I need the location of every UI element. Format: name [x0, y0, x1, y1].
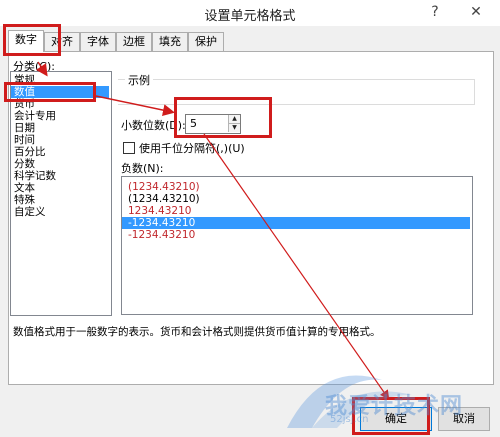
category-item-general[interactable]: 常规	[11, 74, 109, 86]
category-item-number[interactable]: 数值	[11, 86, 109, 98]
tab-protection[interactable]: 保护	[188, 32, 224, 51]
tab-fill[interactable]: 填充	[152, 32, 188, 51]
decimal-places-spinner[interactable]: 5 ▲ ▼	[185, 114, 241, 134]
category-item-currency[interactable]: 货币	[11, 98, 109, 110]
negative-format-option[interactable]: (1234.43210)	[122, 193, 470, 205]
title-bar: 设置单元格格式 ? ✕	[0, 0, 500, 26]
close-button[interactable]: ✕	[456, 2, 496, 22]
category-item-special[interactable]: 特殊	[11, 194, 109, 206]
spin-up-icon[interactable]: ▲	[228, 115, 240, 124]
format-cells-dialog: 设置单元格格式 ? ✕ 数字 对齐 字体 边框 填充 保护 分类(C): 常规 …	[0, 0, 500, 437]
negative-format-option[interactable]: 1234.43210	[122, 205, 470, 217]
thousands-separator-checkbox[interactable]	[123, 142, 135, 154]
tab-border[interactable]: 边框	[116, 32, 152, 51]
category-item-text[interactable]: 文本	[11, 182, 109, 194]
tab-number[interactable]: 数字	[8, 30, 44, 52]
format-description: 数值格式用于一般数字的表示。货币和会计格式则提供货币值计算的专用格式。	[13, 326, 381, 338]
category-item-time[interactable]: 时间	[11, 134, 109, 146]
help-button[interactable]: ?	[424, 2, 446, 22]
category-item-accounting[interactable]: 会计专用	[11, 110, 109, 122]
negative-format-option[interactable]: (1234.43210)	[122, 181, 470, 193]
watermark-url: 52jsj.cn	[330, 414, 369, 425]
sample-group-side-border	[474, 79, 475, 105]
sample-value	[118, 80, 474, 104]
tab-font[interactable]: 字体	[80, 32, 116, 51]
decimal-places-label: 小数位数(D):	[121, 119, 186, 132]
category-item-percentage[interactable]: 百分比	[11, 146, 109, 158]
sample-group-bottom-border	[118, 104, 474, 105]
category-list[interactable]: 常规 数值 货币 会计专用 日期 时间 百分比 分数 科学记数 文本 特殊 自定…	[10, 71, 112, 316]
negative-format-option-selected[interactable]: -1234.43210	[122, 217, 470, 229]
thousands-separator-label[interactable]: 使用千位分隔符(,)(U)	[139, 140, 245, 156]
category-item-custom[interactable]: 自定义	[11, 206, 109, 218]
category-item-date[interactable]: 日期	[11, 122, 109, 134]
category-item-scientific[interactable]: 科学记数	[11, 170, 109, 182]
negative-numbers-list[interactable]: (1234.43210) (1234.43210) 1234.43210 -12…	[121, 176, 473, 315]
spin-down-icon[interactable]: ▼	[228, 124, 240, 132]
negative-numbers-label: 负数(N):	[121, 162, 164, 175]
decimal-places-input[interactable]: 5	[190, 117, 197, 130]
tab-alignment[interactable]: 对齐	[44, 32, 80, 51]
category-item-fraction[interactable]: 分数	[11, 158, 109, 170]
negative-format-option[interactable]: -1234.43210	[122, 229, 470, 241]
